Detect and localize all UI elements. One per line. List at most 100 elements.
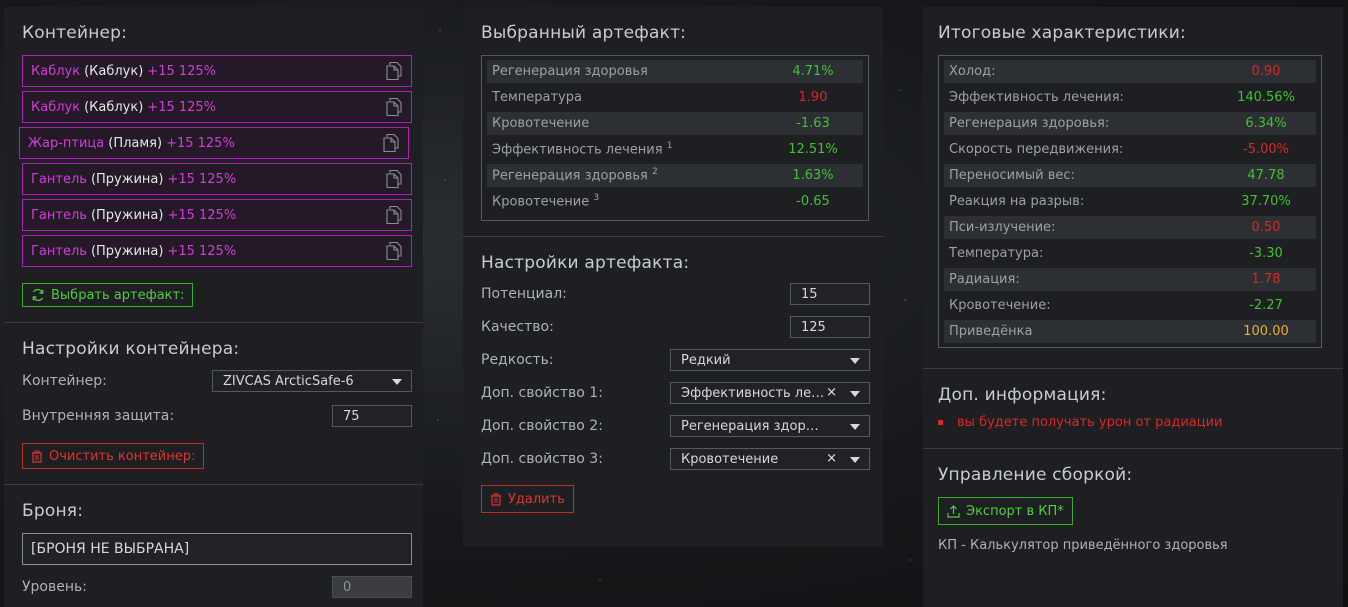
chevron-down-icon xyxy=(850,358,860,364)
extra1-select[interactable]: Эффективность ле… × xyxy=(670,382,870,404)
artifact-type: (Пружина) xyxy=(90,171,164,187)
armor-value: [БРОНЯ НЕ ВЫБРАНА] xyxy=(31,541,190,557)
export-label: Экспорт в КП* xyxy=(966,503,1064,519)
rarity-select[interactable]: Редкий xyxy=(670,349,870,371)
extra2-select[interactable]: Регенерация здор… xyxy=(670,415,870,437)
potential-row: Потенциал: 15 xyxy=(481,281,870,307)
copy-icon[interactable] xyxy=(385,61,403,81)
copy-icon[interactable] xyxy=(385,97,403,117)
upload-icon xyxy=(947,504,960,518)
summary-stats-box: Холод: 0.90 Эффективность лечения: 140.56% Р… xyxy=(938,55,1322,348)
container-artifact-item[interactable]: Гантель (Пружина) +15 125% xyxy=(22,199,412,231)
stat-label: Температура xyxy=(492,90,582,105)
summary-stat-row: Скорость передвижения: -5.00% xyxy=(944,135,1316,164)
stat-label: Приведёнка xyxy=(949,324,1033,339)
inner-protection-label: Внутренняя защита: xyxy=(22,408,175,424)
stat-value: -5.00% xyxy=(1243,142,1289,157)
chevron-down-icon xyxy=(392,379,402,385)
artifact-name: Жар-птица xyxy=(28,135,105,151)
stat-value: 100.00 xyxy=(1243,324,1289,339)
summary-stat-row: Пси-излучение: 0.50 xyxy=(944,216,1316,239)
extra2-label: Доп. свойство 2: xyxy=(481,418,603,434)
select-artifact-label: Выбрать артефакт: xyxy=(51,287,185,303)
stat-value: 12.51% xyxy=(788,142,838,157)
stat-label: Эффективность лечения: xyxy=(949,90,1124,105)
potential-label: Потенциал: xyxy=(481,286,567,302)
stat-value: 140.56% xyxy=(1237,90,1295,105)
inner-protection-input[interactable]: 75 xyxy=(332,405,412,427)
rarity-label: Редкость: xyxy=(481,352,554,368)
artifact-stat-row: Кровотечение -1.63 xyxy=(487,112,863,135)
rarity-row: Редкость: Редкий xyxy=(481,347,870,373)
copy-icon[interactable] xyxy=(385,205,403,225)
stat-footnote-mark: 2 xyxy=(651,167,658,178)
artifact-potential: +15 125% xyxy=(166,135,235,151)
artifact-potential: +15 125% xyxy=(167,207,237,223)
container-artifact-item[interactable]: Каблук (Каблук) +15 125% xyxy=(22,91,412,123)
clear-icon[interactable]: × xyxy=(826,385,837,400)
container-panel: Контейнер: Каблук (Каблук) +15 125% Каблук(… xyxy=(4,7,423,607)
container-artifact-list: Каблук (Каблук) +15 125% Каблук (Каблук) +15 … xyxy=(19,55,412,267)
artifact-type: (Пламя) xyxy=(108,135,163,151)
container-title: Контейнер: xyxy=(22,23,128,43)
stat-value: 1.90 xyxy=(798,90,828,105)
copy-icon[interactable] xyxy=(382,133,400,153)
artifact-name: Гантель xyxy=(31,207,87,223)
artifact-potential: +15 125% xyxy=(147,99,217,115)
artifact-panel: Выбранный артефакт: Регенерация здоровья… xyxy=(463,7,883,547)
stat-label: Регенерация здоровья 2 xyxy=(492,167,658,184)
potential-value: 15 xyxy=(801,286,818,302)
artifact-name: Каблук xyxy=(31,99,81,115)
container-settings-title: Настройки контейнера: xyxy=(22,339,240,359)
info-title: Доп. информация: xyxy=(938,385,1107,405)
summary-stat-row: Эффективность лечения: 140.56% xyxy=(944,83,1316,112)
quality-input[interactable]: 125 xyxy=(790,316,870,338)
build-title: Управление сборкой: xyxy=(938,465,1133,485)
container-artifact-item[interactable]: Каблук (Каблук) +15 125% xyxy=(22,55,412,87)
select-artifact-button[interactable]: Выбрать артефакт: xyxy=(22,283,194,307)
clear-icon[interactable]: × xyxy=(826,451,837,466)
stat-label: Холод: xyxy=(949,64,996,79)
stat-value: -1.63 xyxy=(796,116,830,131)
artifact-potential: +15 125% xyxy=(147,63,217,79)
artifact-type: (Каблук) xyxy=(84,99,144,115)
container-artifact-item[interactable]: Гантель (Пружина) +15 125% xyxy=(22,163,412,195)
potential-input[interactable]: 15 xyxy=(790,283,870,305)
stat-label: Кровотечение 3 xyxy=(492,193,600,210)
info-text: вы будете получать урон от радиации xyxy=(957,415,1223,430)
footnote: КП - Калькулятор приведённого здоровья xyxy=(938,538,1228,553)
armor-level-value: 0 xyxy=(343,579,352,595)
clear-container-button[interactable]: Очистить контейнер: xyxy=(22,443,205,469)
artifact-stat-row: Кровотечение 3 -0.65 xyxy=(487,187,863,216)
stat-label: Радиация: xyxy=(949,272,1020,287)
extra1-label: Доп. свойство 1: xyxy=(481,385,603,401)
rarity-value: Редкий xyxy=(681,352,731,368)
container-artifact-item[interactable]: Жар-птица (Пламя) +15 125% xyxy=(19,127,409,159)
artifact-name: Гантель xyxy=(31,243,87,259)
container-artifact-item[interactable]: Гантель (Пружина) +15 125% xyxy=(22,235,412,267)
extra3-label: Доп. свойство 3: xyxy=(481,451,603,467)
summary-stat-row: Переносимый вес: 47.78 xyxy=(944,164,1316,187)
artifact-potential: +15 125% xyxy=(167,171,237,187)
stat-label: Кровотечение: xyxy=(949,298,1051,313)
container-select[interactable]: ZIVCAS ArcticSafe-6 xyxy=(212,370,412,392)
clear-container-label: Очистить контейнер: xyxy=(49,448,196,464)
summary-title: Итоговые характеристики: xyxy=(938,23,1186,43)
artifact-stat-row: Эффективность лечения 1 12.51% xyxy=(487,135,863,164)
export-button[interactable]: Экспорт в КП* xyxy=(938,497,1073,525)
copy-icon[interactable] xyxy=(385,169,403,189)
armor-title: Броня: xyxy=(22,501,84,521)
extra3-select[interactable]: Кровотечение × xyxy=(670,448,870,470)
summary-panel: Итоговые характеристики: Холод: 0.90 Эффек… xyxy=(923,7,1343,607)
delete-artifact-button[interactable]: Удалить xyxy=(481,485,574,513)
armor-field[interactable]: [БРОНЯ НЕ ВЫБРАНА] xyxy=(22,533,412,565)
stat-value: 4.71% xyxy=(792,64,834,79)
armor-level-input[interactable]: 0 xyxy=(332,576,412,598)
stat-value: 0.90 xyxy=(1251,64,1281,79)
artifact-stat-row: Температура 1.90 xyxy=(487,83,863,112)
extra2-value: Регенерация здор… xyxy=(681,418,819,434)
extra1-value: Эффективность ле… xyxy=(681,385,825,401)
copy-icon[interactable] xyxy=(385,241,403,261)
extra2-row: Доп. свойство 2: Регенерация здор… xyxy=(481,413,870,439)
info-item: вы будете получать урон от радиации xyxy=(938,415,1327,430)
